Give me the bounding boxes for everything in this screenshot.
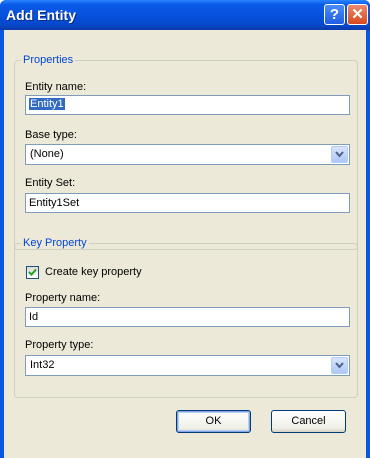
- ok-label: OK: [205, 415, 222, 427]
- entity-name-value: Entity1: [29, 98, 65, 110]
- property-type-value: Int32: [30, 359, 55, 371]
- properties-group: Properties Entity name: Entity1 Base typ…: [14, 54, 358, 250]
- key-property-group: Key Property Create key property Propert…: [14, 237, 358, 398]
- property-type-select[interactable]: Int32: [25, 355, 350, 376]
- create-key-checkbox[interactable]: [26, 266, 39, 279]
- check-icon: [28, 268, 37, 276]
- property-name-label: Property name:: [25, 292, 101, 304]
- dialog-title: Add Entity: [6, 7, 76, 23]
- close-button[interactable]: ✕: [347, 4, 368, 25]
- help-icon: ?: [329, 6, 340, 23]
- title-bar[interactable]: Add Entity ? ✕: [0, 0, 370, 30]
- base-type-select[interactable]: (None): [25, 144, 350, 165]
- close-icon: ✕: [351, 6, 364, 23]
- chevron-down-icon[interactable]: [331, 357, 348, 374]
- properties-legend: Properties: [21, 54, 76, 66]
- base-type-value: (None): [30, 148, 64, 160]
- base-type-label: Base type:: [25, 129, 77, 141]
- dialog-body: Properties Entity name: Entity1 Base typ…: [4, 30, 366, 458]
- property-type-label: Property type:: [25, 339, 94, 351]
- ok-button[interactable]: OK: [176, 410, 251, 433]
- entity-set-label: Entity Set:: [25, 177, 76, 189]
- property-name-input[interactable]: [25, 307, 350, 327]
- help-button[interactable]: ?: [324, 4, 345, 25]
- entity-name-label: Entity name:: [25, 81, 87, 93]
- create-key-label[interactable]: Create key property: [45, 266, 142, 278]
- cancel-button[interactable]: Cancel: [271, 410, 346, 433]
- key-property-legend: Key Property: [21, 237, 89, 249]
- cancel-label: Cancel: [291, 415, 326, 427]
- entity-name-input[interactable]: Entity1: [25, 95, 350, 115]
- add-entity-dialog: Add Entity ? ✕ Properties Entity name: E…: [0, 0, 370, 458]
- chevron-down-icon[interactable]: [331, 146, 348, 163]
- entity-set-input[interactable]: [25, 193, 350, 213]
